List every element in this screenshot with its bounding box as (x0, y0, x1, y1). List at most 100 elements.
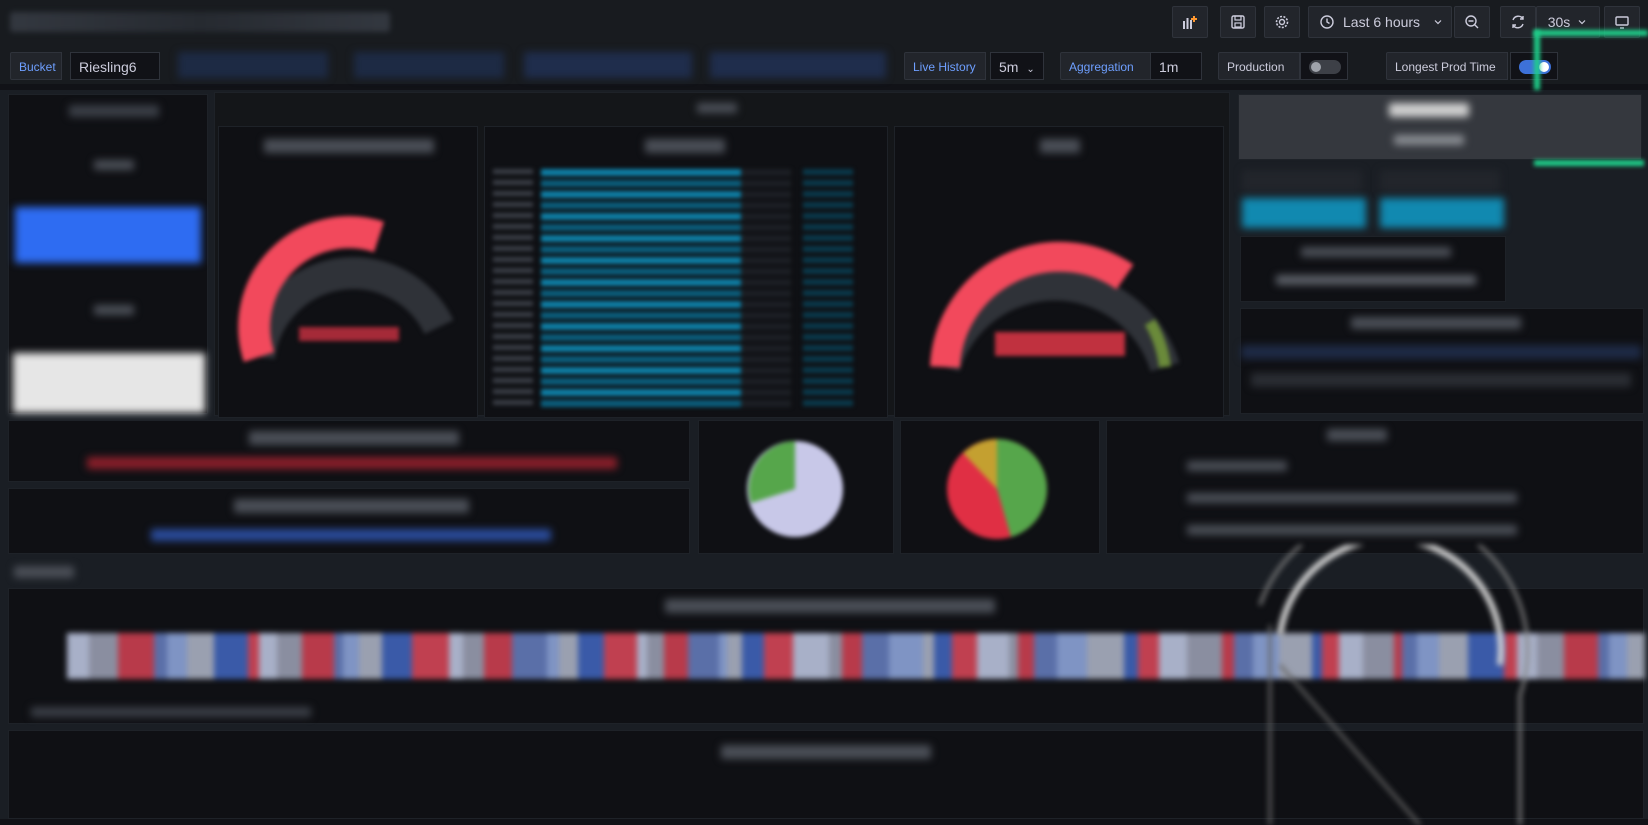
panel-title (1327, 429, 1387, 441)
timeline-segment (67, 633, 89, 679)
zoom-out-icon (1465, 15, 1479, 29)
bucket-value: Riesling6 (79, 59, 137, 75)
production-toggle[interactable] (1300, 52, 1348, 80)
add-panel-button[interactable] (1172, 6, 1208, 38)
summary-sub (1394, 135, 1464, 145)
live-history-value: 5m (999, 59, 1019, 75)
gauge-panel[interactable] (218, 126, 478, 418)
refresh-button[interactable] (1500, 6, 1536, 38)
live-history-label: Live History (904, 52, 986, 80)
aggregation-select[interactable]: 1m ⌄ (1150, 52, 1202, 103)
bar-value (803, 290, 853, 296)
bar-track (741, 279, 791, 286)
breadcrumb[interactable] (10, 12, 390, 32)
zoom-out-button[interactable] (1454, 6, 1490, 38)
hidden-variable[interactable] (524, 52, 692, 78)
bar-track (741, 169, 791, 176)
timeline-segment (1537, 633, 1564, 679)
bar (541, 400, 741, 407)
timeline-segment (302, 633, 334, 679)
bar-label (493, 356, 533, 361)
timeline-segment (412, 633, 449, 679)
timeline-segment (1057, 633, 1087, 679)
bucket-select[interactable]: Riesling6 ⌄ (70, 52, 160, 103)
bar (541, 235, 741, 242)
aggregation-value: 1m (1159, 59, 1179, 75)
bar-label (493, 301, 533, 306)
toggle-knob (1311, 62, 1321, 72)
bar-track (741, 202, 791, 209)
stat-header (1242, 170, 1362, 192)
live-history-select[interactable]: 5m ⌄ (990, 52, 1044, 80)
save-dashboard-button[interactable] (1220, 6, 1256, 38)
timeline-segment (463, 633, 484, 679)
bar-value (803, 235, 853, 241)
bar-track (741, 389, 791, 396)
timeline-segment (793, 633, 829, 679)
status-panel[interactable] (8, 94, 208, 414)
text-panel[interactable] (8, 488, 690, 554)
panel-title (249, 431, 459, 445)
bar (541, 246, 741, 253)
row-header[interactable] (14, 566, 74, 578)
timeline-segment (889, 633, 923, 679)
legend (31, 707, 311, 717)
refresh-icon (1512, 15, 1524, 29)
timeline-segment (343, 633, 359, 679)
hidden-variable[interactable] (710, 52, 886, 78)
gauge-panel[interactable] (894, 126, 1224, 418)
text-panel[interactable] (8, 420, 690, 482)
bar-track (741, 334, 791, 341)
bar-track (741, 290, 791, 297)
timeline-segment (952, 633, 977, 679)
pie-panel[interactable] (698, 420, 894, 554)
info-title (1301, 247, 1451, 257)
bar-value (803, 213, 853, 219)
row-title (697, 103, 737, 113)
summary-panel[interactable] (1238, 94, 1642, 160)
alert-text (87, 457, 617, 469)
status-text (94, 160, 134, 170)
dashboard-grid (0, 30, 1648, 825)
timeline-segment (334, 633, 343, 679)
panel-title (1351, 317, 1521, 329)
pie-panel[interactable] (900, 420, 1100, 554)
timeline-segment (923, 633, 934, 679)
bar-value (803, 345, 853, 351)
timeline-segment (647, 633, 664, 679)
bar-track (741, 323, 791, 330)
bar (541, 213, 741, 220)
chevron-down-icon: ⌄ (1026, 64, 1035, 75)
bar-value (803, 224, 853, 230)
status-badge (15, 207, 201, 263)
bar-track (741, 246, 791, 253)
timeline-segment (977, 633, 1009, 679)
bar-gauge-panel[interactable] (484, 126, 888, 418)
list-panel[interactable] (1106, 420, 1644, 554)
timeline-segment (764, 633, 793, 679)
timeline-segment (1124, 633, 1138, 679)
chevron-down-icon (1578, 20, 1586, 25)
time-range-picker[interactable]: Last 6 hours (1308, 6, 1452, 38)
bar-label (493, 257, 533, 262)
bar-label (493, 191, 533, 196)
bar-label (493, 400, 533, 405)
info-panel[interactable] (1240, 236, 1506, 302)
table-panel[interactable] (1240, 308, 1644, 414)
timeline-segment (842, 633, 862, 679)
gear-icon (1275, 15, 1289, 29)
panel-title (234, 499, 469, 513)
bar-label (493, 246, 533, 251)
hidden-variable[interactable] (354, 52, 504, 78)
pie-chart (947, 439, 1047, 539)
hidden-variable[interactable] (178, 52, 328, 78)
dashboard-settings-button[interactable] (1264, 6, 1300, 38)
timeline-segment (89, 633, 118, 679)
bar (541, 389, 741, 396)
stat-header (1380, 170, 1500, 192)
timeline-segment (547, 633, 559, 679)
link-text[interactable] (151, 529, 551, 541)
stat-value (1380, 198, 1504, 228)
bar-track (741, 235, 791, 242)
bar-value (803, 180, 853, 186)
